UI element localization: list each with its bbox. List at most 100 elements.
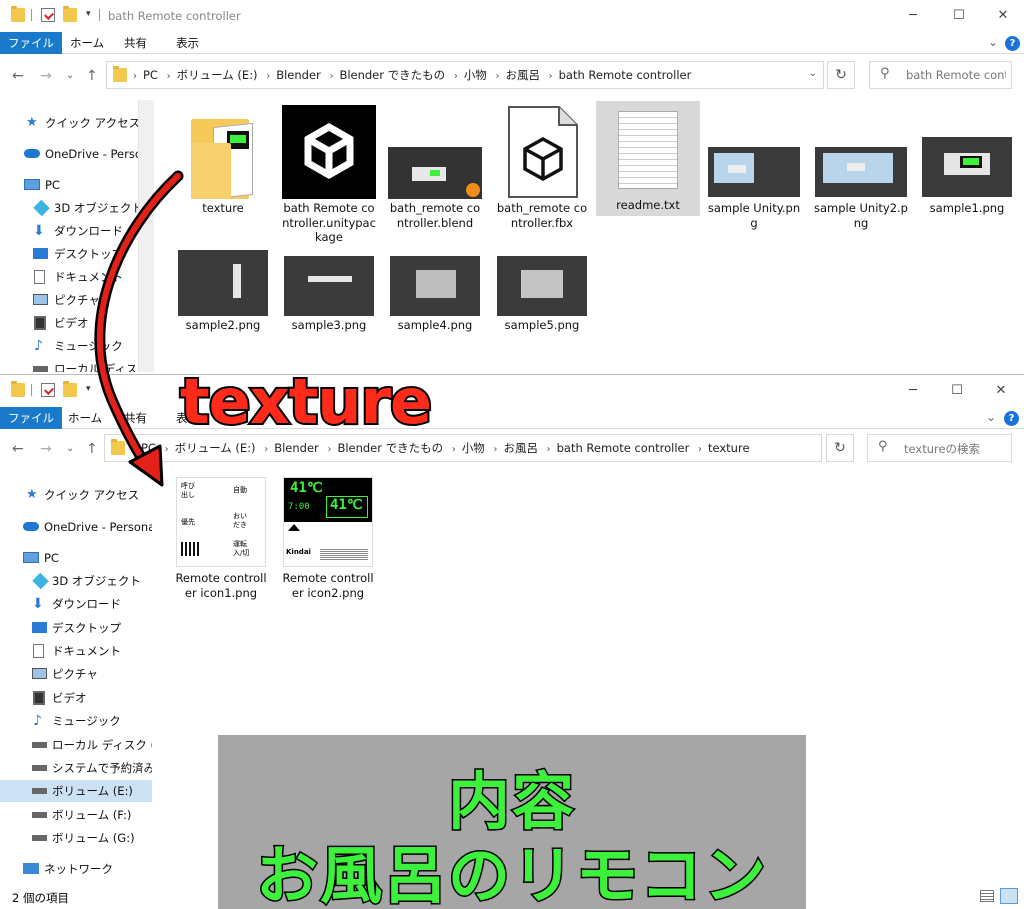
breadcrumb-blender[interactable]: Blender: [276, 68, 321, 82]
file-item-remote-icon1[interactable]: 呼び出し 自動 優先 おいだき 運転入/切 Remote controller …: [174, 477, 268, 617]
refresh-button[interactable]: ↻: [827, 61, 855, 89]
up-button[interactable]: ↑: [86, 68, 98, 84]
breadcrumb-bath[interactable]: お風呂: [505, 68, 540, 82]
sidebar-item-network[interactable]: ネットワーク: [0, 858, 152, 880]
sidebar-item-local-disk[interactable]: ローカル ディスク (C: [0, 358, 152, 372]
refresh-button[interactable]: ↻: [826, 434, 854, 462]
breadcrumb-pc[interactable]: PC: [143, 68, 158, 82]
sidebar-item-music[interactable]: ♪ ミュージック: [0, 710, 152, 732]
breadcrumb-volume-e[interactable]: ボリューム (E:): [175, 441, 256, 455]
maximize-button[interactable]: ☐: [936, 5, 982, 27]
address-bar[interactable]: › PC › ボリューム (E:) › Blender › Blender できたもの …: [106, 61, 824, 89]
sidebar-item-videos[interactable]: ビデオ: [0, 687, 152, 709]
breadcrumb-small-items[interactable]: 小物: [464, 68, 487, 82]
breadcrumb-pc[interactable]: PC: [141, 441, 156, 455]
close-button[interactable]: ✕: [980, 5, 1024, 27]
ribbon-expand-icon[interactable]: ⌄: [988, 35, 998, 49]
sidebar-item-music[interactable]: ♪ ミュージック: [0, 335, 152, 357]
tab-file[interactable]: ファイル: [0, 407, 62, 429]
tab-home[interactable]: ホーム: [62, 32, 112, 54]
sidebar-item-quick-access[interactable]: ★ クイック アクセス: [0, 484, 152, 506]
back-button[interactable]: ←: [12, 441, 24, 457]
minimize-button[interactable]: ─: [890, 380, 936, 402]
sidebar-item-pc[interactable]: PC: [0, 174, 152, 196]
quick-access-dropdown-icon[interactable]: ▾: [86, 384, 91, 394]
maximize-button[interactable]: ☐: [934, 380, 980, 402]
sidebar-item-3d[interactable]: 3D オブジェクト: [0, 570, 152, 592]
document-icon: [34, 270, 45, 284]
file-item-sample4[interactable]: sample4.png: [388, 250, 482, 340]
up-button[interactable]: ↑: [86, 441, 98, 457]
breadcrumb-small-items[interactable]: 小物: [462, 441, 485, 455]
file-item-blend[interactable]: bath_remote controller.blend: [388, 103, 482, 243]
breadcrumb-volume-e[interactable]: ボリューム (E:): [177, 68, 258, 82]
new-folder-icon[interactable]: [63, 6, 77, 22]
file-item-remote-icon2[interactable]: 41℃ 7:00 41℃ Kindai Remote controller ic…: [281, 477, 375, 617]
breadcrumb-blender-made[interactable]: Blender できたもの: [339, 68, 445, 82]
file-item-texture-folder[interactable]: texture: [176, 103, 270, 243]
sidebar-item-videos[interactable]: ビデオ: [0, 312, 152, 334]
sidebar-item-3d[interactable]: 3D オブジェクト: [0, 197, 152, 219]
properties-icon[interactable]: [41, 383, 55, 397]
file-item-sample5[interactable]: sample5.png: [495, 250, 589, 340]
sidebar-item-downloads[interactable]: ⬇ ダウンロード: [0, 593, 152, 615]
breadcrumb: › PC › ボリューム (E:) › Blender › Blender できたもの …: [133, 68, 692, 82]
sidebar-item-system-reserved[interactable]: システムで予約済み (I: [0, 757, 152, 779]
breadcrumb-blender[interactable]: Blender: [274, 441, 319, 455]
file-item-sample3[interactable]: sample3.png: [282, 250, 376, 340]
forward-button[interactable]: →: [40, 68, 52, 84]
minimize-button[interactable]: ─: [890, 5, 936, 27]
sidebar-item-pc[interactable]: PC: [0, 547, 152, 569]
search-box[interactable]: ⚲ bath Remote cont...: [869, 61, 1012, 89]
file-item-sample1[interactable]: sample1.png: [920, 103, 1014, 243]
sidebar-item-volume-f[interactable]: ボリューム (F:): [0, 804, 152, 826]
breadcrumb-bath-remote[interactable]: bath Remote controller: [559, 68, 692, 82]
file-item-sample-unity2[interactable]: sample Unity2.png: [814, 103, 908, 243]
file-item-sample-unity[interactable]: sample Unity.png: [707, 103, 801, 243]
tab-home[interactable]: ホーム: [60, 407, 110, 429]
close-button[interactable]: ✕: [978, 380, 1024, 402]
breadcrumb-bath[interactable]: お風呂: [503, 441, 538, 455]
sidebar-item-pictures[interactable]: ピクチャ: [0, 663, 152, 685]
recent-dropdown-icon[interactable]: ⌄: [66, 70, 74, 81]
sidebar-item-desktop[interactable]: デスクトップ: [0, 617, 152, 639]
breadcrumb-bath-remote[interactable]: bath Remote controller: [557, 441, 690, 455]
recent-dropdown-icon[interactable]: ⌄: [66, 443, 74, 454]
sidebar-item-onedrive[interactable]: OneDrive - Personal: [0, 516, 152, 538]
sidebar-item-volume-e[interactable]: ボリューム (E:): [0, 780, 152, 802]
help-icon[interactable]: ?: [1004, 411, 1019, 426]
sidebar-item-quick-access[interactable]: ★ クイック アクセス: [0, 112, 152, 134]
sidebar-item-downloads[interactable]: ⬇ ダウンロード: [0, 220, 152, 242]
details-view-icon[interactable]: [980, 890, 994, 902]
sidebar-item-local-disk[interactable]: ローカル ディスク (C:): [0, 734, 152, 756]
tab-share[interactable]: 共有: [116, 32, 155, 54]
breadcrumb-blender-made[interactable]: Blender できたもの: [337, 441, 443, 455]
new-folder-icon[interactable]: [63, 381, 77, 397]
ribbon-expand-icon[interactable]: ⌄: [986, 410, 996, 424]
properties-icon[interactable]: [41, 8, 55, 22]
file-item-unitypackage[interactable]: bath Remote controller.unitypackage: [282, 103, 376, 244]
sidebar-item-pictures[interactable]: ピクチャ: [0, 289, 152, 311]
file-item-readme[interactable]: readme.txt: [596, 101, 700, 216]
sidebar-item-volume-g[interactable]: ボリューム (G:): [0, 827, 152, 849]
address-bar[interactable]: › PC › ボリューム (E:) › Blender › Blender できたもの …: [104, 434, 822, 462]
sidebar-item-documents[interactable]: ドキュメント: [0, 640, 152, 662]
sidebar-scrollbar[interactable]: [138, 100, 154, 372]
help-icon[interactable]: ?: [1005, 36, 1020, 51]
large-icons-view-icon[interactable]: [1000, 888, 1018, 904]
search-box[interactable]: ⚲ textureの検索: [867, 434, 1012, 462]
address-dropdown-icon[interactable]: ⌄: [809, 68, 817, 79]
tab-view[interactable]: 表示: [168, 32, 207, 54]
file-item-sample2[interactable]: sample2.png: [176, 250, 270, 340]
forward-button[interactable]: →: [40, 441, 52, 457]
tex1-label: おいだき: [233, 512, 247, 529]
breadcrumb-texture[interactable]: texture: [708, 441, 750, 455]
file-item-fbx[interactable]: bath_remote controller.fbx: [495, 103, 589, 243]
sidebar-item-documents[interactable]: ドキュメント: [0, 266, 152, 288]
tab-file[interactable]: ファイル: [0, 32, 62, 54]
quick-access-dropdown-icon[interactable]: ▾: [86, 9, 91, 19]
sidebar-item-desktop[interactable]: デスクトップ: [0, 243, 152, 265]
back-button[interactable]: ←: [12, 68, 24, 84]
tab-share[interactable]: 共有: [116, 407, 155, 429]
sidebar-item-onedrive[interactable]: OneDrive - Persor: [0, 143, 152, 165]
